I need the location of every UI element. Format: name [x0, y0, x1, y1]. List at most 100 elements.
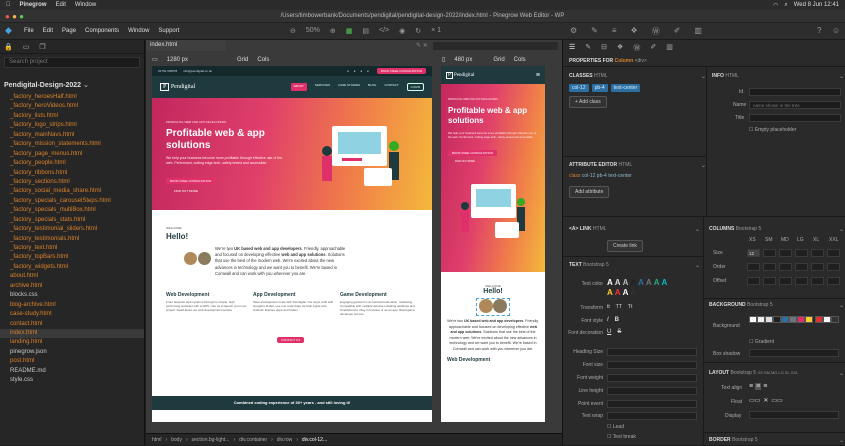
brush-icon[interactable]: ✎	[591, 26, 598, 37]
nav-link[interactable]: LOGIN	[406, 83, 424, 91]
border-collapse-icon[interactable]: ⌄	[839, 437, 844, 444]
file-item[interactable]: _factory_specials_stats.html	[0, 216, 144, 225]
create-link-button[interactable]: Create link	[607, 240, 643, 252]
preview-icon[interactable]: ◉	[399, 27, 405, 35]
multiplier[interactable]: × 1	[431, 27, 441, 35]
file-item[interactable]: case-study.html	[0, 310, 144, 319]
component-icon[interactable]: ❖	[631, 26, 638, 37]
library-icon[interactable]: ▥	[666, 43, 673, 53]
viewport-2-grid[interactable]: Grid	[493, 57, 504, 63]
text-color-swatches[interactable]: AAAAAAAA	[607, 278, 667, 287]
apple-icon[interactable]: 	[6, 2, 11, 8]
background-swatches[interactable]	[749, 316, 839, 325]
project-name[interactable]: Pendigital-Design-2022 ⌄	[0, 71, 144, 93]
viewport-1-width[interactable]: 1280 px	[167, 57, 188, 63]
desktop-preview[interactable]: 01752 345678 info@pendigital.co.uk ● ● ●…	[152, 66, 432, 422]
file-item[interactable]: index.html	[0, 328, 144, 339]
refresh-icon[interactable]: ↻	[415, 27, 421, 35]
column-select[interactable]	[747, 277, 760, 285]
text-prop-select[interactable]	[607, 361, 697, 369]
file-item[interactable]: _factory_sections.html	[0, 178, 144, 187]
zoom-level[interactable]: 50%	[306, 27, 320, 35]
library-icon[interactable]: ▥	[694, 26, 702, 37]
traffic-lights-icon[interactable]: ● ● ●	[5, 10, 24, 23]
text-prop-select[interactable]	[607, 374, 697, 382]
edit-icon[interactable]: ✐	[650, 43, 656, 53]
column-select[interactable]	[795, 277, 808, 285]
nav-link[interactable]: CASE STUDIES	[338, 83, 360, 91]
breadcrumb-item[interactable]: section.bg-light...	[192, 437, 230, 443]
column-select[interactable]	[763, 277, 776, 285]
name-input[interactable]: name shown in the tree	[749, 101, 841, 109]
hero-button[interactable]: BOOK FREE CONSULTATION	[166, 178, 216, 184]
empty-placeholder-checkbox[interactable]: ☐ Empty placeholder	[749, 127, 796, 133]
top-cta[interactable]: BOOK FREE CONSULTATION	[376, 68, 426, 74]
class-pill[interactable]: text-center	[610, 84, 641, 92]
file-item[interactable]: style.css	[0, 376, 144, 385]
column-select[interactable]	[827, 249, 840, 257]
folder-icon[interactable]: ▭	[23, 43, 30, 51]
zoom-in-icon[interactable]: ⊕	[330, 27, 336, 35]
nav-link[interactable]: BLOG	[368, 83, 376, 91]
breadcrumb-item[interactable]: body	[171, 437, 182, 443]
nav-link[interactable]: SERVICES	[315, 83, 330, 91]
file-item[interactable]: _factory_heroVideos.html	[0, 102, 144, 111]
file-item[interactable]: contact.html	[0, 320, 144, 329]
clock[interactable]: Wed 8 Jun 12:41	[794, 2, 839, 9]
column-select[interactable]	[811, 263, 824, 271]
file-item[interactable]: landing.html	[0, 338, 144, 347]
social-icons[interactable]: ● ● ● ●	[347, 69, 371, 73]
file-item[interactable]: _factory_testimonial_sliders.html	[0, 225, 144, 234]
wordpress-icon[interactable]: Ⓦ	[633, 43, 640, 53]
mac-menu-edit[interactable]: Edit	[56, 2, 66, 8]
file-item[interactable]: _factory_testimonials.html	[0, 235, 144, 244]
file-item[interactable]: about.html	[0, 272, 144, 281]
file-item[interactable]: _factory_logo_strips.html	[0, 121, 144, 130]
wordpress-icon[interactable]: Ⓦ	[652, 26, 660, 37]
app-name[interactable]: Pinegrow	[20, 2, 47, 8]
nav-link[interactable]: ABOUT	[290, 83, 307, 91]
breadcrumb-item[interactable]: div.row	[277, 437, 292, 443]
file-item[interactable]: README.md	[0, 367, 144, 376]
file-item[interactable]: _factory_social_media_share.html	[0, 187, 144, 196]
column-select[interactable]	[763, 263, 776, 271]
lock-icon[interactable]: 🔒	[4, 43, 13, 51]
file-item[interactable]: _factory_page_menus.html	[0, 150, 144, 159]
file-item[interactable]: _factory_specials_multiBox.html	[0, 206, 144, 215]
mac-menu-window[interactable]: Window	[75, 2, 96, 8]
column-select[interactable]	[779, 249, 792, 257]
search-project-input[interactable]: Search project	[4, 57, 140, 68]
text-prop-select[interactable]	[607, 400, 697, 408]
add-attribute-button[interactable]: Add attribute	[569, 186, 610, 198]
menu-page[interactable]: Page	[62, 28, 76, 34]
file-item[interactable]: _factory_ribbons.html	[0, 169, 144, 178]
text-break-checkbox[interactable]: ☐ Text break	[607, 434, 636, 440]
viewport-1-grid[interactable]: Grid	[237, 57, 248, 63]
breadcrumb-item[interactable]: div.col-12...	[302, 437, 327, 443]
lead-checkbox[interactable]: ☐ Lead	[607, 424, 624, 430]
search-icon[interactable]: ⌕	[784, 2, 787, 9]
box-shadow-select[interactable]	[749, 349, 839, 357]
attr-class-row[interactable]: class col-12 pb-4 text-center	[569, 173, 632, 179]
tab-secondary[interactable]	[433, 42, 558, 50]
tab-close-icon[interactable]: ✎ ✕	[416, 42, 428, 49]
breadcrumb-item[interactable]: html	[152, 437, 161, 443]
mobile-preview[interactable]: P Pendigital ≡ PENDIGITAL WEB AND APP DE…	[441, 66, 545, 422]
text-color-swatches-row2[interactable]: AAAA	[607, 288, 636, 297]
menu-file[interactable]: File	[24, 28, 34, 34]
column-select[interactable]	[827, 263, 840, 271]
column-select[interactable]	[795, 263, 808, 271]
file-item[interactable]: _factory_widgets.html	[0, 263, 144, 272]
mobile-icon[interactable]: ▯	[442, 56, 445, 63]
file-item[interactable]: blog-archive.html	[0, 301, 144, 310]
file-item[interactable]: _factory_lists.html	[0, 112, 144, 121]
hamburger-icon[interactable]: ≡	[536, 72, 540, 79]
nav-link[interactable]: CONTACT	[384, 83, 398, 91]
mobile-logo[interactable]: P Pendigital	[446, 71, 474, 79]
font-decoration-options[interactable]: US	[607, 329, 621, 335]
column-select[interactable]	[811, 249, 824, 257]
pinegrow-logo-icon[interactable]: ◆	[5, 25, 12, 36]
bg-collapse-icon[interactable]: ⌄	[839, 302, 844, 309]
copy-icon[interactable]: ❐	[39, 43, 45, 51]
column-select[interactable]	[795, 249, 808, 257]
